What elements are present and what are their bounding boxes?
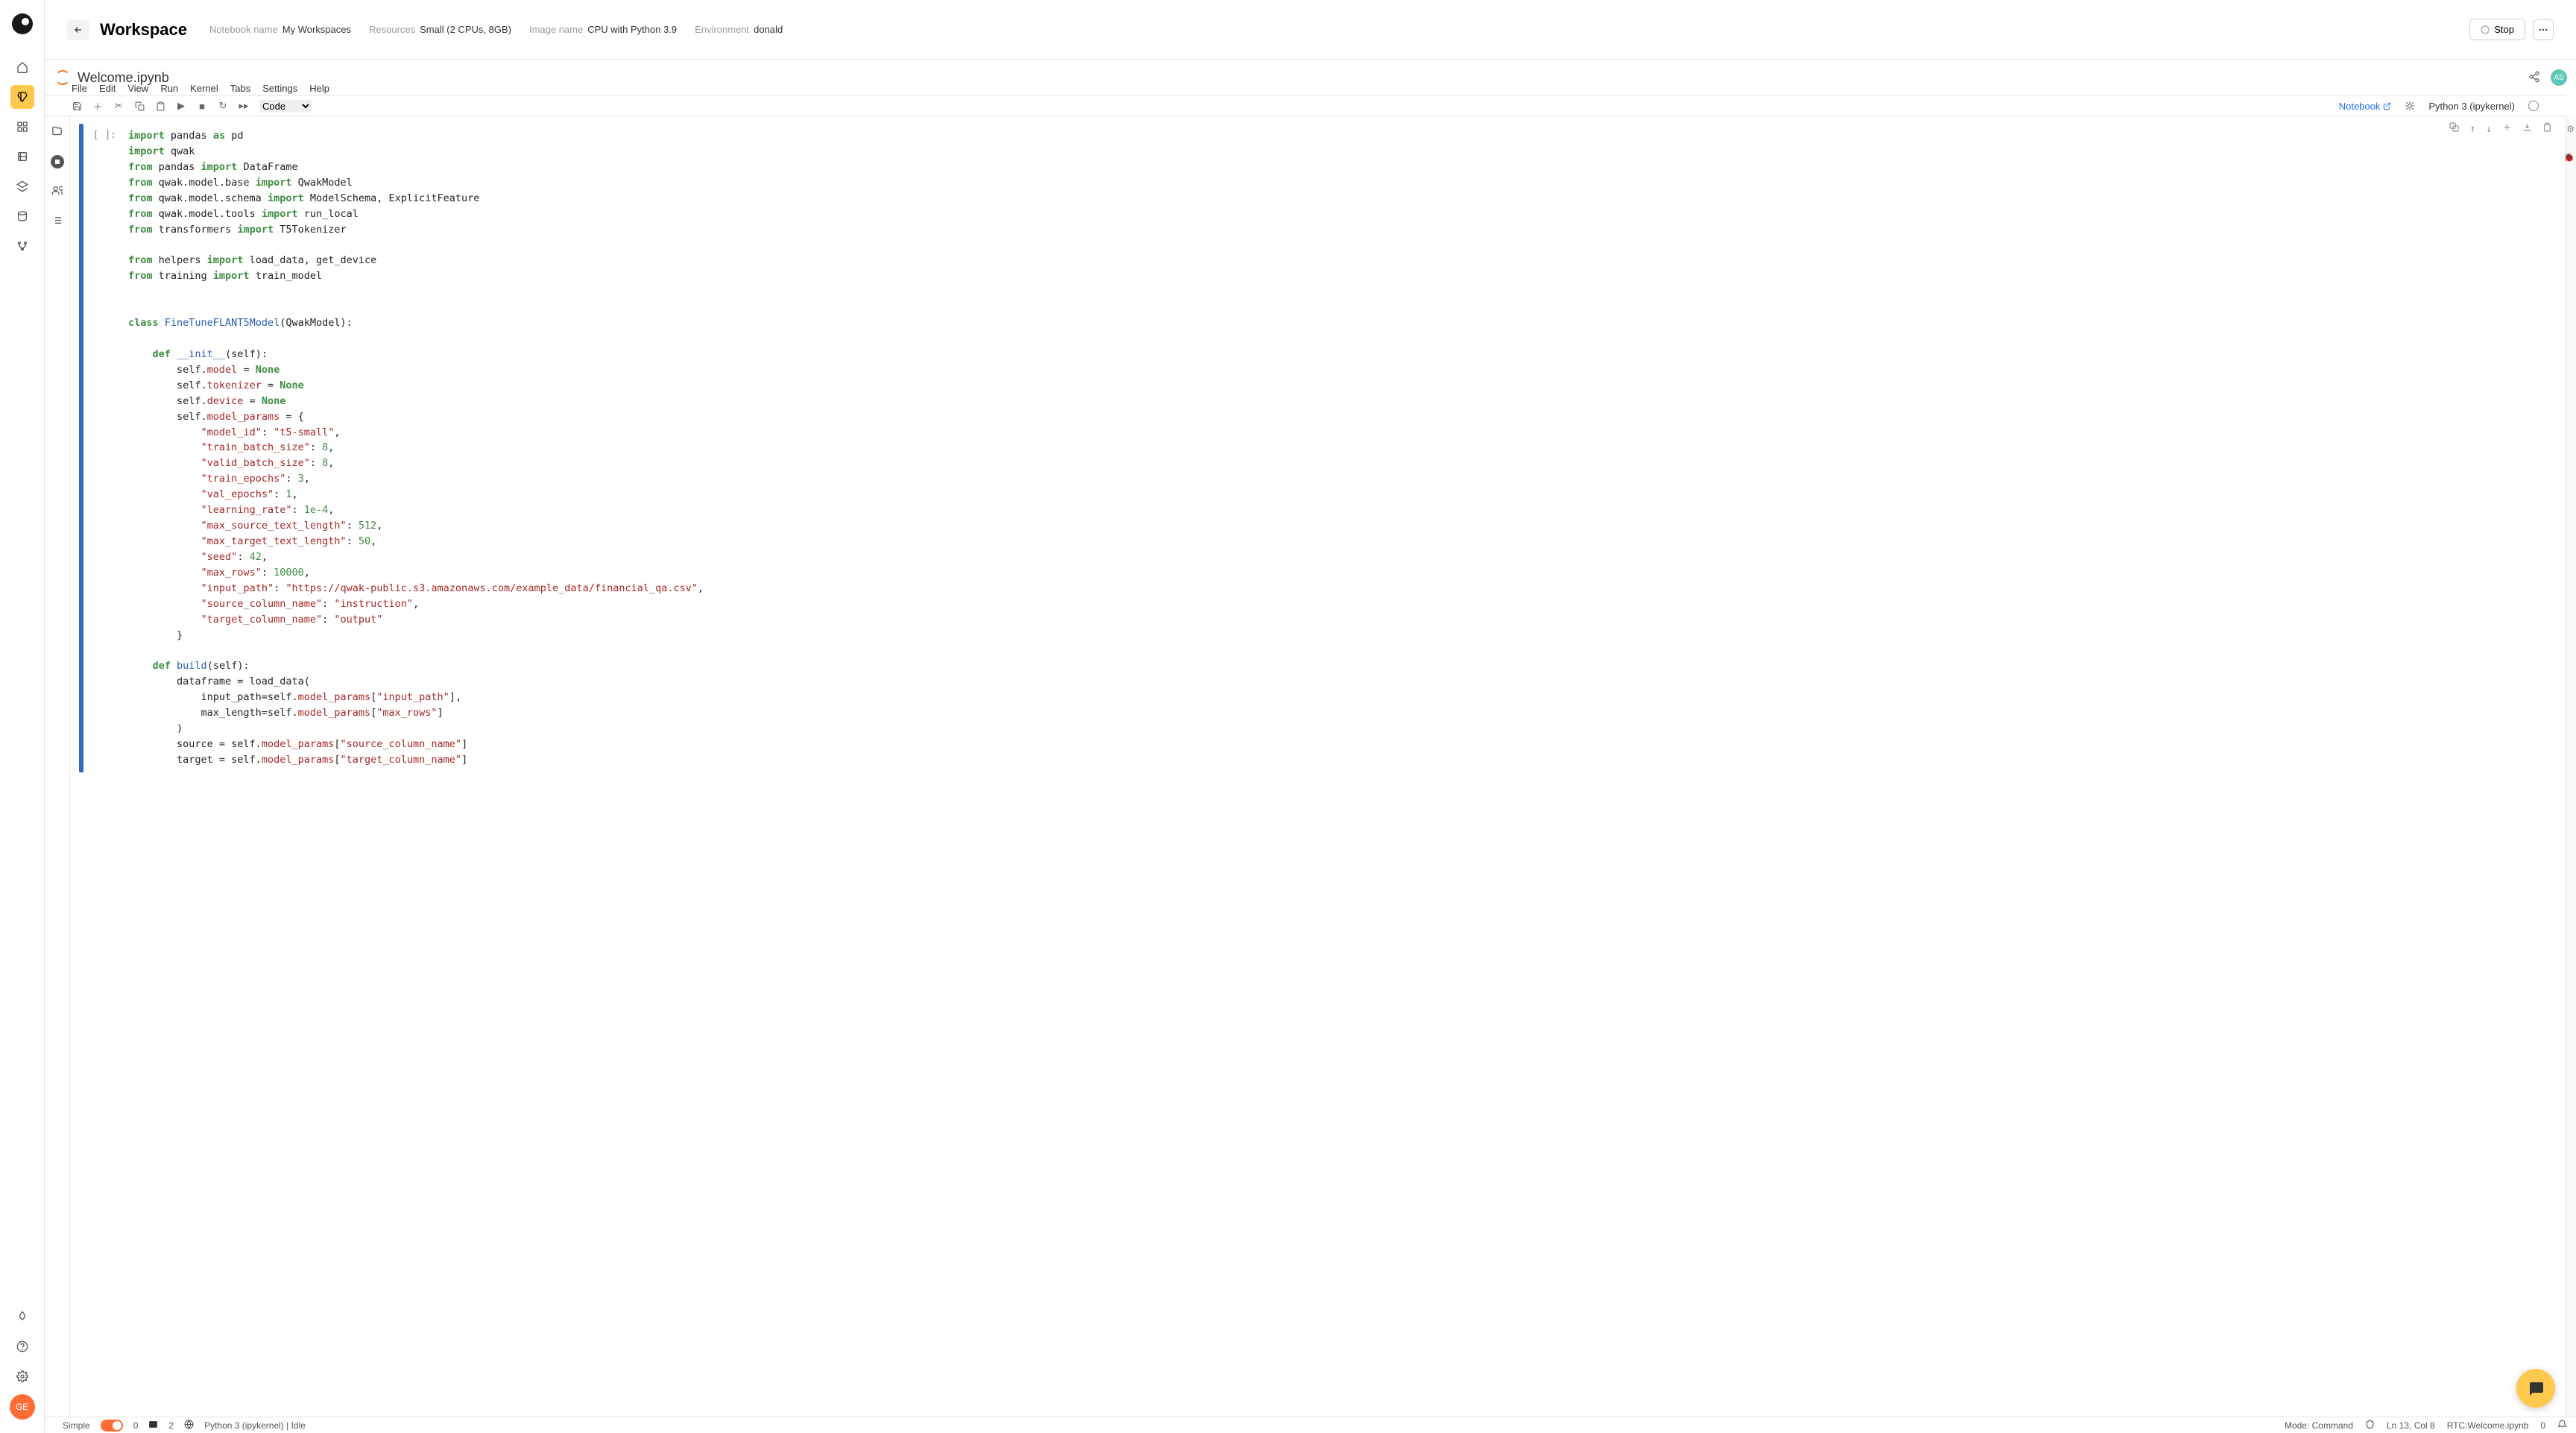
nav-workspaces[interactable] [10,85,34,109]
menu-edit[interactable]: Edit [99,83,116,94]
stop-label: Stop [2494,24,2514,35]
meta-label: Notebook name [209,24,278,35]
back-button[interactable] [67,19,89,40]
kernel-status-icon[interactable] [2528,101,2539,111]
nav-data[interactable] [10,204,34,228]
move-down-button[interactable]: ↓ [2486,122,2492,137]
page-title: Workspace [100,20,187,40]
run-all-button[interactable]: ▸▸ [239,100,249,112]
delete-cell-button[interactable] [2542,122,2552,137]
status-rtc: RTC:Welcome.ipynb [2447,1420,2529,1431]
stop-icon [2481,25,2490,34]
menu-settings[interactable]: Settings [262,83,297,94]
open-notebook-link[interactable]: Notebook [2339,101,2392,112]
stop-circle-icon [51,155,64,169]
nav-help[interactable] [10,1335,34,1358]
simple-toggle[interactable] [101,1420,123,1432]
duplicate-cell-button[interactable] [2449,122,2459,137]
insert-above-button[interactable] [2502,122,2512,137]
meta-label: Resources [369,24,415,35]
status-count-0: 0 [133,1420,139,1431]
statusbar: Simple 0 2 Python 3 (ipykernel) | Idle M… [45,1417,2576,1433]
add-cell-button[interactable]: ＋ [92,99,103,113]
nav-reports[interactable] [10,145,34,169]
run-button[interactable]: ▶ [176,100,186,112]
code-cell[interactable]: [ ]: ↑ ↓ import pandas as pd import qwak… [79,124,2557,772]
status-kernel[interactable]: Python 3 (ipykernel) | Idle [204,1420,306,1431]
status-mode: Mode: Command [2285,1420,2353,1431]
nav-settings[interactable] [10,1364,34,1388]
more-button[interactable] [2533,19,2554,40]
debug-button[interactable] [2405,101,2415,111]
menubar: File Edit View Run Kernel Tabs Settings … [45,81,2576,95]
cut-button[interactable]: ✂ [113,100,124,112]
external-icon [2383,102,2391,110]
nav-layers[interactable] [10,174,34,198]
nav-home[interactable] [10,55,34,79]
interrupt-button[interactable]: ■ [197,101,207,112]
property-inspector-tab[interactable]: ⚙ [2566,124,2575,134]
meta-value: My Workspaces [282,24,351,35]
running-tab[interactable] [51,155,64,169]
stop-button[interactable]: Stop [2469,19,2525,40]
notebook-link-label: Notebook [2339,101,2381,112]
menu-help[interactable]: Help [309,83,329,94]
meta-label: Image name [529,24,583,35]
cell-toolbar: ↑ ↓ [2449,122,2552,137]
notebook-area: [ ]: ↑ ↓ import pandas as pd import qwak… [70,116,2566,1417]
collaborators-tab[interactable] [51,185,63,198]
meta-value: donald [754,24,783,35]
meta-label: Environment [695,24,749,35]
left-rail: GE [0,0,45,1433]
meta-value: Small (2 CPUs, 8GB) [420,24,511,35]
notebook-toolbar: ＋ ✂ ▶ ■ ↻ ▸▸ Code Notebook Python 3 (ipy… [45,95,2566,116]
cell-prompt: [ ]: [83,124,121,772]
copy-button[interactable] [134,101,145,111]
dots-icon [2538,25,2548,35]
workspace-meta: Notebook name My Workspaces Resources Smal… [209,24,783,35]
kernel-name[interactable]: Python 3 (ipykernel) [2428,101,2515,112]
nav-apps[interactable] [10,115,34,139]
move-up-button[interactable]: ↑ [2469,122,2475,137]
menu-view[interactable]: View [127,83,148,94]
menu-file[interactable]: File [72,83,87,94]
topbar: Workspace Notebook name My Workspaces Res… [45,0,2576,60]
simple-label: Simple [63,1420,90,1431]
user-avatar[interactable]: GE [10,1394,35,1420]
menu-run[interactable]: Run [160,83,178,94]
save-button[interactable] [72,101,82,111]
nav-rocket[interactable] [10,1305,34,1329]
terminal-icon[interactable] [148,1420,158,1432]
menu-tabs[interactable]: Tabs [230,83,250,94]
status-icon[interactable] [184,1420,194,1432]
status-cursor: Ln 13, Col 8 [2387,1420,2435,1431]
meta-value: CPU with Python 3.9 [587,24,677,35]
status-count-2: 2 [168,1420,174,1431]
paste-button[interactable] [155,101,165,111]
jupyter-side-panel [45,116,70,1417]
bell-icon[interactable] [2557,1420,2567,1432]
chat-fab[interactable] [2516,1369,2555,1408]
arrow-left-icon [73,25,83,35]
files-tab[interactable] [51,125,63,139]
chat-icon [2527,1379,2545,1397]
menu-kernel[interactable]: Kernel [190,83,218,94]
restart-button[interactable]: ↻ [218,100,228,112]
code-editor[interactable]: ↑ ↓ import pandas as pd import qwak from… [121,124,2557,772]
cell-type-select[interactable]: Code [259,100,312,113]
toc-tab[interactable] [51,215,63,228]
nav-models[interactable] [10,234,34,258]
insert-below-button[interactable] [2522,122,2532,137]
trusted-icon[interactable] [2365,1420,2375,1432]
right-panel: ⚙ 🐞 [2566,116,2576,1417]
status-notif-count: 0 [2540,1420,2545,1431]
app-logo[interactable] [12,13,33,34]
